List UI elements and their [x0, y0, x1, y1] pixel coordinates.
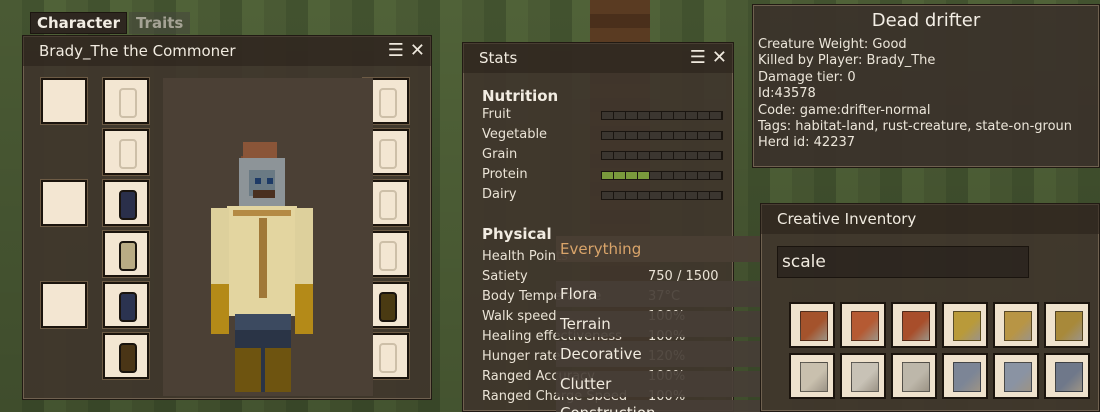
category-option[interactable]: Terrain	[556, 311, 762, 337]
physical-stat-label: Satiety	[482, 269, 528, 284]
creature-name: Dead drifter	[871, 10, 981, 31]
creature-info-line: Damage tier: 0	[758, 69, 856, 85]
inventory-item[interactable]	[942, 302, 988, 348]
category-dropdown-selected[interactable]: Everything	[556, 236, 762, 262]
creature-info-line: Creature Weight: Good	[758, 37, 907, 52]
empty-equipment-slot[interactable]	[41, 282, 87, 328]
menu-icon[interactable]: ☰	[690, 43, 706, 73]
category-option[interactable]: Flora	[556, 281, 762, 307]
tab-traits[interactable]: Traits	[128, 12, 191, 34]
character-preview[interactable]	[163, 78, 373, 396]
character-title-text: Brady_The the Commoner	[39, 42, 236, 60]
brass-scale-armor-icon	[1004, 311, 1032, 341]
character-model	[163, 78, 373, 396]
inventory-item[interactable]	[993, 353, 1039, 399]
empty-equipment-slot[interactable]	[41, 78, 87, 124]
category-option[interactable]: Decorative	[556, 341, 762, 367]
clothing-slot[interactable]	[103, 282, 149, 328]
rusty-scale-block-icon	[800, 311, 828, 341]
inventory-item[interactable]	[993, 302, 1039, 348]
creature-info-line: Code: game:drifter-normal	[758, 102, 931, 118]
empty-equipment-slot[interactable]	[41, 180, 87, 226]
clothing-slot[interactable]	[103, 231, 149, 277]
physical-stat-label: Walk speed	[482, 309, 557, 324]
inventory-item[interactable]	[1044, 353, 1090, 399]
inventory-item[interactable]	[840, 302, 886, 348]
physical-stat-label: Hunger rate	[482, 349, 561, 364]
category-option[interactable]: Clutter	[556, 371, 762, 397]
character-panel-title: Brady_The the Commoner ☰ ✕	[23, 36, 431, 66]
search-input[interactable]	[777, 246, 1029, 278]
nutrition-label: Dairy	[482, 187, 517, 202]
tin-scale-block-icon	[800, 362, 828, 392]
inventory-item[interactable]	[891, 353, 937, 399]
brass-scale-block-icon	[953, 311, 981, 341]
iron-scale-armor-icon	[1004, 362, 1032, 392]
inventory-item[interactable]	[840, 353, 886, 399]
inventory-item[interactable]	[891, 302, 937, 348]
creative-inventory-title: Creative Inventory	[761, 204, 1099, 234]
iron-scale-legs-icon	[1055, 362, 1083, 392]
clothing-slot[interactable]	[103, 180, 149, 226]
creature-info-line: Herd id: 42237	[758, 135, 856, 151]
iron-scale-block-icon	[953, 362, 981, 392]
character-tabs: Character Traits	[30, 12, 191, 34]
nutrition-bar	[601, 131, 723, 140]
inventory-item[interactable]	[942, 353, 988, 399]
tab-character[interactable]: Character	[30, 12, 127, 34]
brass-scale-legs-icon	[1055, 311, 1083, 341]
copper-scale-armor-icon	[851, 311, 879, 341]
nutrition-bar	[601, 111, 723, 120]
nutrition-label: Fruit	[482, 107, 511, 122]
stats-panel-title: Stats ☰ ✕	[463, 43, 733, 73]
creature-info-line: Id:43578	[758, 86, 816, 102]
clothing-slot[interactable]	[103, 333, 149, 379]
creature-info-line: Tags: habitat-land, rust-creature, state…	[758, 119, 1073, 135]
nutrition-label: Protein	[482, 167, 528, 182]
nutrition-label: Vegetable	[482, 127, 548, 142]
menu-icon[interactable]: ☰	[388, 36, 404, 66]
physical-stat-label: Health Points	[482, 249, 568, 264]
nutrition-heading: Nutrition	[482, 87, 559, 105]
category-option[interactable]: Construction	[556, 400, 762, 412]
tin-scale-legs-icon	[902, 362, 930, 392]
inventory-item[interactable]	[1044, 302, 1090, 348]
clothing-slot[interactable]	[103, 78, 149, 124]
close-icon[interactable]: ✕	[712, 43, 727, 73]
tin-scale-armor-icon	[851, 362, 879, 392]
creature-info-panel: Dead drifter Creature Weight: Good Killed…	[752, 4, 1100, 168]
clothing-slot[interactable]	[103, 129, 149, 175]
creative-inventory-panel: Creative Inventory	[760, 203, 1100, 412]
inventory-item[interactable]	[789, 302, 835, 348]
character-panel: Brady_The the Commoner ☰ ✕	[22, 35, 432, 400]
nutrition-bar	[601, 151, 723, 160]
stats-title-text: Stats	[479, 49, 518, 67]
inventory-item[interactable]	[789, 353, 835, 399]
nutrition-bar	[601, 191, 723, 200]
close-icon[interactable]: ✕	[410, 36, 425, 66]
creature-info-line: Killed by Player: Brady_The	[758, 53, 936, 69]
nutrition-label: Grain	[482, 147, 518, 162]
physical-heading: Physical	[482, 225, 552, 243]
nutrition-bar	[601, 171, 723, 180]
copper-scale-legs-icon	[902, 311, 930, 341]
